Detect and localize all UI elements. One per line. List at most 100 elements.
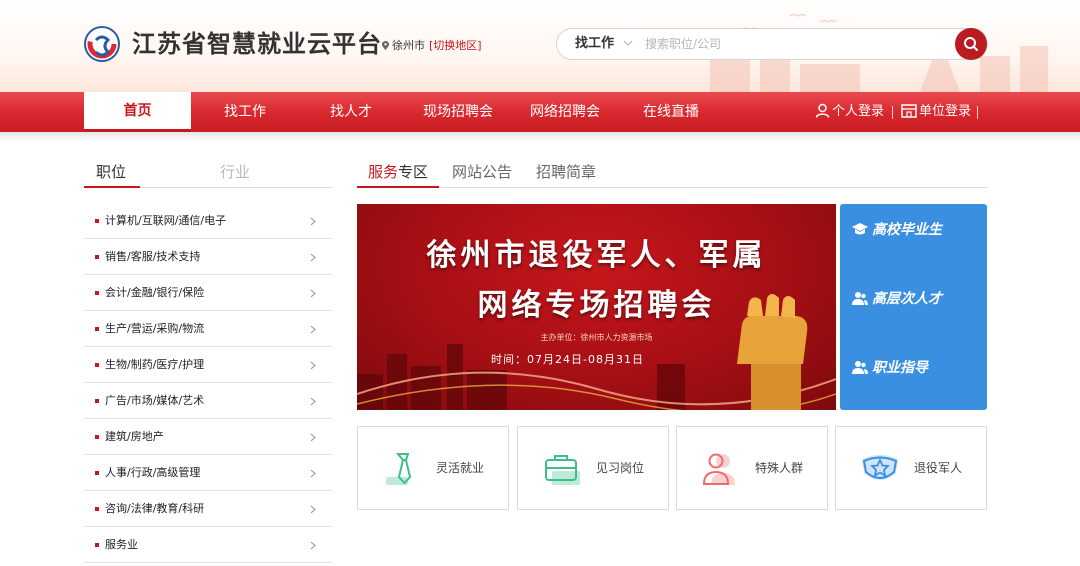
- tab-service-zone[interactable]: 服务专区: [357, 158, 439, 188]
- site-title: 江苏省智慧就业云平台: [132, 30, 382, 58]
- tab-position[interactable]: 职位: [84, 158, 140, 188]
- briefcase-icon: [545, 455, 580, 485]
- chevron-down-icon[interactable]: [623, 39, 633, 47]
- tab-rest-text: 专区: [398, 163, 429, 181]
- tab-highlight-text: 服务: [368, 163, 399, 181]
- service-card-label: 见习岗位: [596, 461, 645, 475]
- graduation-cap-icon: [852, 223, 868, 235]
- company-login-label: 单位登录: [919, 104, 972, 119]
- tie-icon: [386, 453, 412, 485]
- chevron-right-icon: [310, 541, 316, 550]
- chevron-right-icon: [310, 397, 316, 406]
- nav-shadow: [0, 132, 1080, 142]
- chevron-right-icon: [310, 325, 316, 334]
- service-card-veterans[interactable]: 退役军人: [835, 426, 987, 510]
- nav-item-live[interactable]: 在线直播: [634, 92, 708, 132]
- category-label: 会计/金融/银行/保险: [105, 286, 205, 299]
- category-label: 生产/营运/采购/物流: [105, 322, 205, 335]
- tab-recruitment-guide[interactable]: 招聘简章: [536, 158, 596, 188]
- nav-item-find-job[interactable]: 找工作: [210, 92, 280, 132]
- search-icon: [964, 37, 978, 51]
- service-card-label: 退役军人: [914, 461, 963, 475]
- hero-banner[interactable]: 徐州市退役军人、军属 网络专场招聘会 主办单位：徐州市人力资源市场 时间：07月…: [357, 204, 836, 410]
- chevron-right-icon: [310, 433, 316, 442]
- quick-link-label: 职业指导: [872, 360, 928, 376]
- bullet-icon: [95, 363, 99, 367]
- service-tabs: 服务专区 网站公告 招聘简章: [357, 158, 987, 188]
- category-label: 服务业: [105, 538, 138, 551]
- quick-link-career-guidance[interactable]: 职业指导: [852, 357, 928, 379]
- category-label: 销售/客服/技术支持: [105, 250, 201, 263]
- bullet-icon: [95, 507, 99, 511]
- category-list: 计算机/互联网/通信/电子 销售/客服/技术支持 会计/金融/银行/保险 生产/…: [84, 203, 332, 563]
- category-label: 计算机/互联网/通信/电子: [105, 214, 227, 227]
- search-type-select[interactable]: 找工作: [575, 29, 614, 59]
- search-button[interactable]: [955, 28, 987, 60]
- main-nav: 首页 找工作 找人才 现场招聘会 网络招聘会 在线直播 个人登录 单位登录: [0, 92, 1080, 132]
- user-icon: [815, 103, 830, 118]
- category-tabs: 职位 行业: [84, 158, 332, 188]
- list-item[interactable]: 服务业: [84, 527, 332, 563]
- list-item[interactable]: 建筑/房地产: [84, 419, 332, 455]
- search-input[interactable]: [645, 34, 945, 54]
- site-header: 江苏省智慧就业云平台 徐州市 [切换地区] 找工作: [0, 0, 1080, 92]
- bullet-icon: [95, 327, 99, 331]
- list-item[interactable]: 生物/制药/医疗/护理: [84, 347, 332, 383]
- location-selector: 徐州市 [切换地区]: [382, 38, 482, 54]
- banner-title-line2: 网络专场招聘会: [477, 288, 716, 323]
- category-label: 生物/制药/医疗/护理: [105, 358, 205, 371]
- quick-links-panel: 高校毕业生 高层次人才 职业指导: [840, 204, 987, 410]
- nav-item-online-fair[interactable]: 网络招聘会: [521, 92, 609, 132]
- building-icon: [901, 104, 917, 118]
- list-item[interactable]: 计算机/互联网/通信/电子: [84, 203, 332, 239]
- list-item[interactable]: 人事/行政/高级管理: [84, 455, 332, 491]
- list-item[interactable]: 生产/营运/采购/物流: [84, 311, 332, 347]
- platform-logo[interactable]: [84, 26, 120, 62]
- list-item[interactable]: 销售/客服/技术支持: [84, 239, 332, 275]
- service-card-label: 灵活就业: [436, 461, 485, 475]
- list-item[interactable]: 咨询/法律/教育/科研: [84, 491, 332, 527]
- company-login-link[interactable]: 单位登录: [901, 92, 971, 132]
- category-label: 咨询/法律/教育/科研: [105, 502, 205, 515]
- category-label: 人事/行政/高级管理: [105, 466, 201, 479]
- bullet-icon: [95, 219, 99, 223]
- quick-link-label: 高层次人才: [872, 291, 942, 307]
- banner-time: 时间：07月24日-08月31日: [491, 353, 644, 366]
- quick-link-graduates[interactable]: 高校毕业生: [852, 219, 942, 241]
- switch-region-link[interactable]: [切换地区]: [429, 39, 482, 52]
- personal-login-link[interactable]: 个人登录: [815, 92, 884, 132]
- list-item[interactable]: 会计/金融/银行/保险: [84, 275, 332, 311]
- bullet-icon: [95, 291, 99, 295]
- chevron-right-icon: [310, 289, 316, 298]
- users-icon: [852, 361, 868, 374]
- nav-item-find-talent[interactable]: 找人才: [316, 92, 386, 132]
- nav-divider: [977, 106, 978, 119]
- service-card-internship[interactable]: 见习岗位: [517, 426, 669, 510]
- tab-industry[interactable]: 行业: [220, 158, 260, 188]
- tab-announcements[interactable]: 网站公告: [452, 158, 512, 188]
- chevron-right-icon: [310, 469, 316, 478]
- current-city: 徐州市: [392, 39, 425, 52]
- banner-title-line1: 徐州市退役军人、军属: [426, 238, 767, 273]
- nav-item-onsite-fair[interactable]: 现场招聘会: [414, 92, 502, 132]
- list-item[interactable]: 广告/市场/媒体/艺术: [84, 383, 332, 419]
- search-box: 找工作: [556, 28, 988, 60]
- quick-link-label: 高校毕业生: [872, 222, 942, 238]
- chevron-right-icon: [310, 253, 316, 262]
- chevron-right-icon: [310, 361, 316, 370]
- bullet-icon: [95, 255, 99, 259]
- personal-login-label: 个人登录: [832, 104, 885, 119]
- category-label: 建筑/房地产: [105, 430, 164, 443]
- service-card-label: 特殊人群: [755, 461, 804, 475]
- banner-organizer: 主办单位：徐州市人力资源市场: [540, 333, 653, 342]
- bullet-icon: [95, 471, 99, 475]
- nav-item-home[interactable]: 首页: [84, 92, 191, 132]
- bullet-icon: [95, 435, 99, 439]
- people-icon: [702, 453, 735, 485]
- bullet-icon: [95, 399, 99, 403]
- location-pin-icon: [382, 41, 389, 50]
- service-card-flexible-employment[interactable]: 灵活就业: [357, 426, 509, 510]
- nav-divider: [892, 106, 893, 119]
- quick-link-talent[interactable]: 高层次人才: [852, 288, 942, 310]
- service-card-special-groups[interactable]: 特殊人群: [676, 426, 828, 510]
